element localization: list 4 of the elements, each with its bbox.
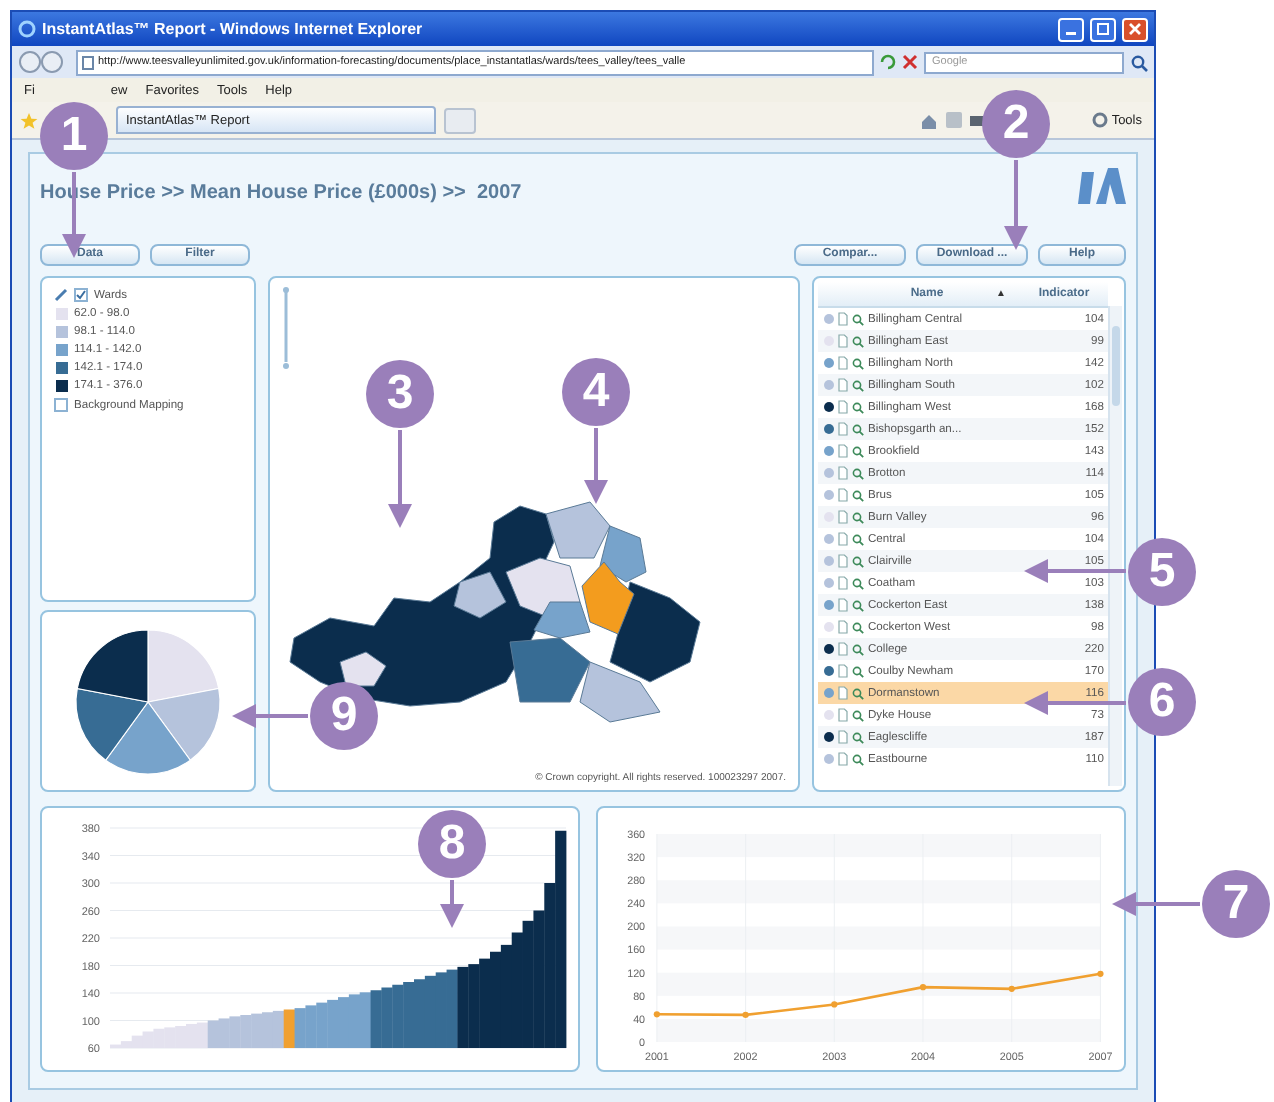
callout-badge: 7 [1202,870,1270,938]
window-title: InstantAtlas™ Report - Windows Internet Explorer [42,20,425,38]
callout-badge: 5 [1128,538,1196,606]
callout-badge: 6 [1128,668,1196,736]
